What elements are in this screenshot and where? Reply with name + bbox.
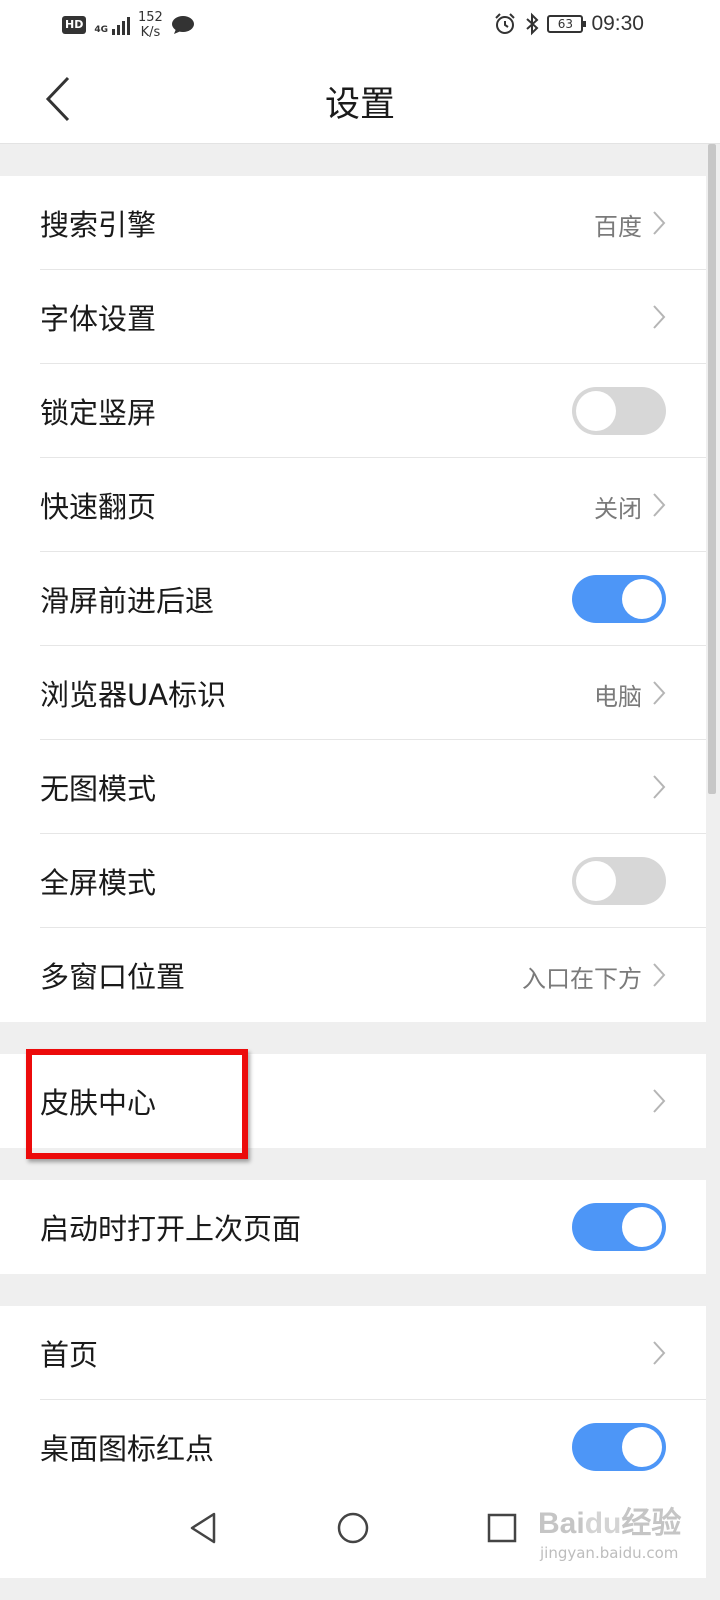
setting-label: 多窗口位置 <box>40 960 186 994</box>
toggle-knob <box>622 1427 662 1467</box>
highlight-annotation <box>26 1049 248 1159</box>
alarm-icon <box>495 13 516 34</box>
setting-value: 百度 <box>594 213 642 241</box>
scrollbar[interactable] <box>706 144 720 1600</box>
nav-recents-icon[interactable] <box>482 1508 522 1548</box>
hd-badge: HD <box>62 16 87 34</box>
chevron-right-icon <box>653 493 666 517</box>
setting-label: 搜索引擎 <box>40 208 157 242</box>
setting-value: 关闭 <box>594 495 642 523</box>
watermark-logo: Baidu经验 <box>538 1498 708 1542</box>
setting-label: 桌面图标红点 <box>40 1432 215 1466</box>
toggle-knob <box>576 391 616 431</box>
baidu-jingyan-watermark: Baidu经验 jingyan.baidu.com <box>538 1498 708 1562</box>
toggle-knob <box>622 1207 662 1247</box>
setting-label: 浏览器UA标识 <box>40 678 227 712</box>
bluetooth-icon <box>526 12 539 36</box>
settings-group-startup: 启动时打开上次页面 <box>0 1180 706 1274</box>
setting-label: 首页 <box>40 1338 99 1372</box>
setting-value: 电脑 <box>594 683 642 711</box>
title-bar: 设置 <box>0 52 720 144</box>
status-left: HD 4G 152 K/s <box>62 10 195 40</box>
lock-portrait-toggle[interactable] <box>572 387 666 435</box>
status-bar: HD 4G 152 K/s 63 09:30 <box>0 0 720 52</box>
fullscreen-mode-toggle[interactable] <box>572 857 666 905</box>
nav-home-icon[interactable] <box>333 1508 373 1548</box>
setting-multi-window-position[interactable]: 多窗口位置 入口在下方 <box>40 928 706 1022</box>
setting-search-engine[interactable]: 搜索引擎 百度 <box>40 176 706 270</box>
setting-label: 滑屏前进后退 <box>40 584 215 618</box>
setting-lock-portrait: 锁定竖屏 <box>40 364 706 458</box>
network-type: 4G <box>94 25 108 35</box>
setting-fast-page-turn[interactable]: 快速翻页 关闭 <box>40 458 706 552</box>
chevron-right-icon <box>653 1341 666 1365</box>
nav-back-icon[interactable] <box>184 1508 224 1548</box>
swipe-navigation-toggle[interactable] <box>572 575 666 623</box>
watermark-jingyan: 经验 <box>621 1507 682 1540</box>
setting-font-settings[interactable]: 字体设置 <box>40 270 706 364</box>
watermark-du: du <box>584 1507 622 1540</box>
chevron-right-icon <box>653 1089 666 1113</box>
toggle-knob <box>576 861 616 901</box>
speed-unit: K/s <box>140 25 161 40</box>
signal-icon: 4G <box>94 15 130 35</box>
setting-browser-ua[interactable]: 浏览器UA标识 电脑 <box>40 646 706 740</box>
watermark-bai: Bai <box>538 1507 585 1540</box>
chat-bubble-icon <box>171 16 194 34</box>
scrollbar-thumb[interactable] <box>708 144 716 794</box>
desktop-icon-badge-toggle[interactable] <box>572 1423 666 1471</box>
restore-last-page-toggle[interactable] <box>572 1203 666 1251</box>
toggle-knob <box>622 579 662 619</box>
setting-label: 全屏模式 <box>40 866 157 900</box>
speed-value: 152 <box>138 10 163 25</box>
setting-label: 启动时打开上次页面 <box>40 1212 302 1246</box>
battery-icon: 63 <box>547 15 587 33</box>
setting-value: 入口在下方 <box>522 965 642 993</box>
status-right: 63 09:30 <box>493 12 644 36</box>
chevron-right-icon <box>653 681 666 705</box>
clock: 09:30 <box>591 12 644 35</box>
setting-label: 字体设置 <box>40 302 157 336</box>
settings-group-general: 搜索引擎 百度 字体设置 锁定竖屏 快速翻页 关闭 滑屏前进后退 浏览器UA标识… <box>0 176 706 1022</box>
setting-home-page[interactable]: 首页 <box>40 1306 706 1400</box>
setting-label: 锁定竖屏 <box>40 396 157 430</box>
settings-group-home: 首页 桌面图标红点 <box>0 1306 706 1494</box>
chevron-right-icon <box>653 305 666 329</box>
setting-swipe-navigation: 滑屏前进后退 <box>40 552 706 646</box>
chevron-right-icon <box>653 211 666 235</box>
setting-label: 快速翻页 <box>40 490 157 524</box>
watermark-url: jingyan.baidu.com <box>540 1544 679 1562</box>
page-title: 设置 <box>324 85 395 125</box>
setting-label: 无图模式 <box>40 772 157 806</box>
setting-fullscreen-mode: 全屏模式 <box>40 834 706 928</box>
setting-no-image-mode[interactable]: 无图模式 <box>40 740 706 834</box>
network-speed: 152 K/s <box>138 10 163 40</box>
setting-restore-last-page: 启动时打开上次页面 <box>40 1180 706 1274</box>
chevron-right-icon <box>653 963 666 987</box>
chevron-right-icon <box>653 775 666 799</box>
